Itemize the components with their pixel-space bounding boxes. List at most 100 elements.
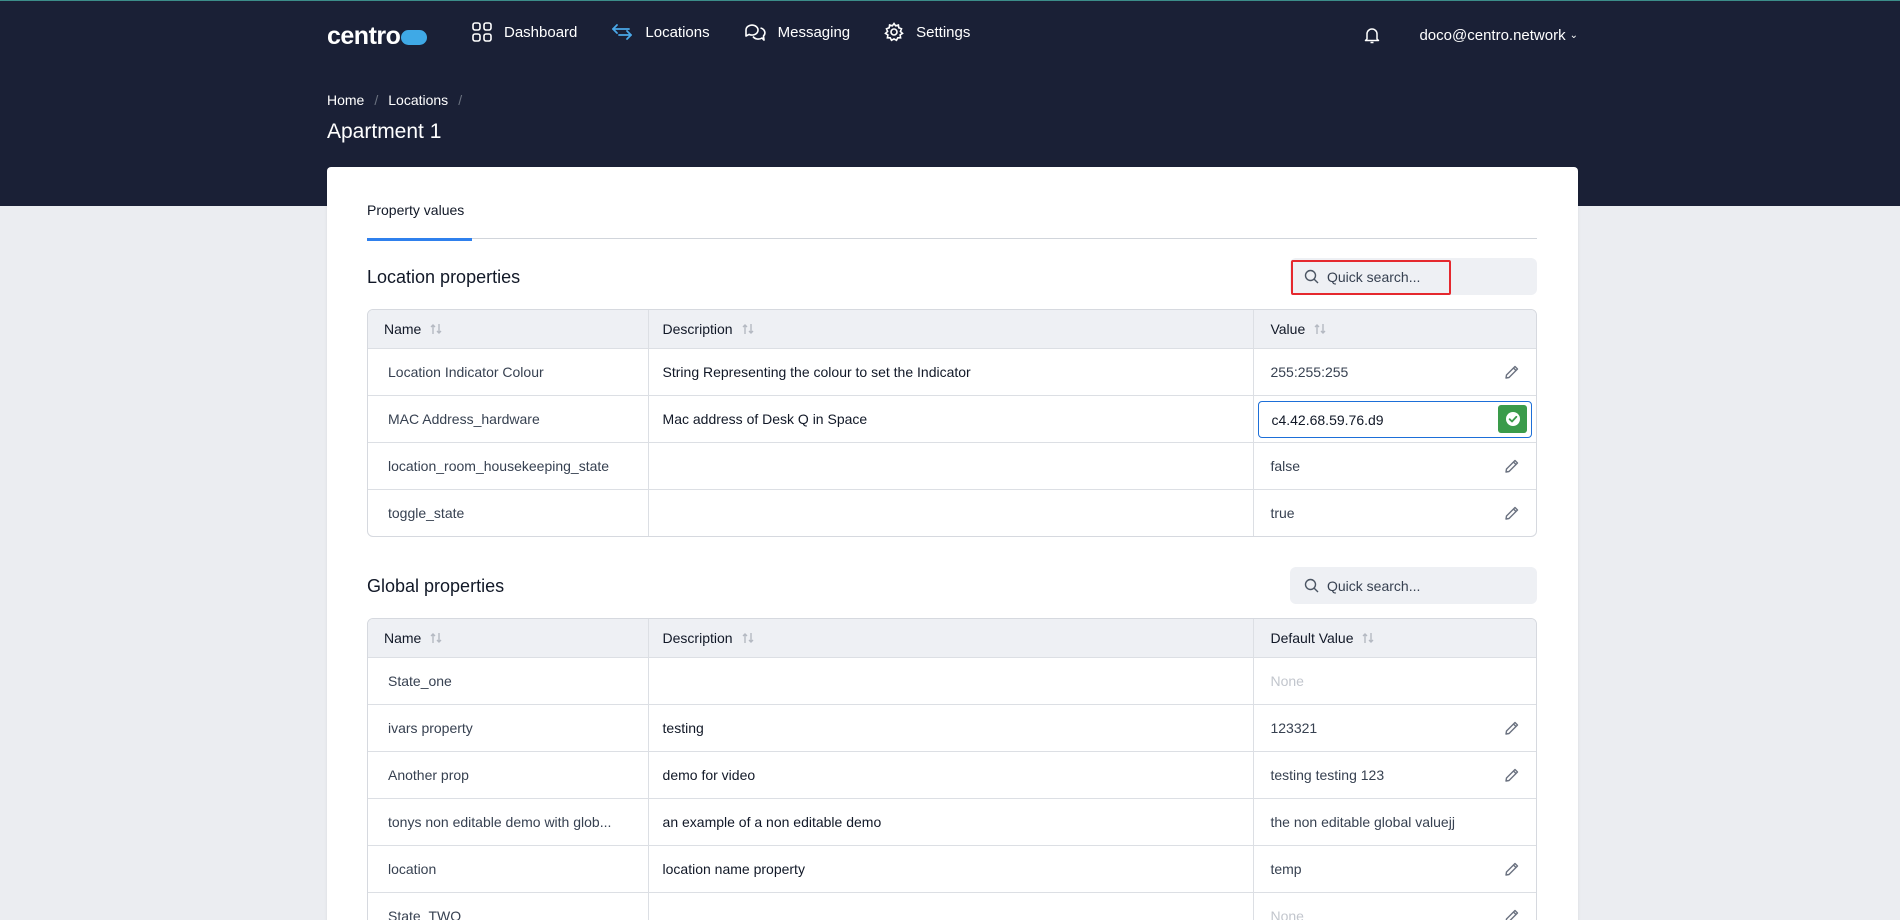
property-name: State_TWO bbox=[368, 893, 649, 920]
property-name: State_one bbox=[368, 658, 649, 704]
column-header-label: Value bbox=[1270, 321, 1306, 337]
pencil-icon[interactable] bbox=[1504, 908, 1520, 920]
table-row[interactable]: Another prop demo for video testing test… bbox=[368, 751, 1536, 798]
property-value: 123321 bbox=[1270, 720, 1318, 736]
property-value-cell: 255:255:255 bbox=[1254, 349, 1536, 395]
property-value: testing testing 123 bbox=[1270, 767, 1385, 783]
pencil-icon[interactable] bbox=[1504, 458, 1520, 477]
property-value-cell: testing testing 123 bbox=[1254, 752, 1536, 798]
search-icon bbox=[1304, 578, 1319, 593]
property-name: Another prop bbox=[368, 752, 649, 798]
pencil-icon[interactable] bbox=[1504, 364, 1520, 383]
centro-logo[interactable]: centro bbox=[327, 20, 428, 52]
table-row[interactable]: toggle_state true bbox=[368, 489, 1536, 536]
property-value: false bbox=[1270, 458, 1301, 474]
column-header-label: Description bbox=[662, 321, 733, 337]
pencil-icon[interactable] bbox=[1504, 720, 1520, 739]
confirm-button[interactable] bbox=[1498, 405, 1528, 433]
property-name: MAC Address_hardware bbox=[368, 396, 649, 442]
property-value-cell: the non editable global valuejj bbox=[1254, 799, 1536, 845]
column-header-value[interactable]: Value bbox=[1254, 310, 1536, 348]
column-header-label: Default Value bbox=[1270, 630, 1354, 646]
chat-icon bbox=[744, 24, 766, 41]
property-name: toggle_state bbox=[368, 490, 649, 536]
notifications-button[interactable] bbox=[1363, 26, 1381, 49]
global-search-input[interactable]: Quick search... bbox=[1290, 567, 1537, 604]
property-name: tonys non editable demo with glob... bbox=[368, 799, 649, 845]
nav-settings[interactable]: Settings bbox=[884, 22, 970, 42]
table-row[interactable]: location_room_housekeeping_state false bbox=[368, 442, 1536, 489]
gear-icon bbox=[884, 22, 904, 42]
column-header-default-value[interactable]: Default Value bbox=[1254, 619, 1536, 657]
table-header-row: Name Description Value bbox=[368, 310, 1536, 348]
nav-settings-label: Settings bbox=[916, 23, 971, 41]
table-row[interactable]: MAC Address_hardware Mac address of Desk… bbox=[368, 395, 1536, 442]
tab-property-values[interactable]: Property values bbox=[367, 202, 473, 241]
property-name: location bbox=[368, 846, 649, 892]
sort-icon bbox=[741, 322, 755, 336]
property-value-cell: true bbox=[1254, 490, 1536, 536]
breadcrumb-locations[interactable]: Locations bbox=[388, 92, 448, 108]
chevron-down-icon: ⌄ bbox=[1569, 30, 1578, 41]
property-description bbox=[649, 490, 1255, 536]
breadcrumb-separator: / bbox=[458, 92, 463, 108]
property-name: Location Indicator Colour bbox=[368, 349, 649, 395]
property-value-cell: false bbox=[1254, 443, 1536, 489]
user-menu[interactable]: doco@centro.network ⌄ bbox=[1419, 27, 1578, 44]
property-value: temp bbox=[1270, 861, 1302, 877]
nav-locations[interactable]: Locations bbox=[611, 23, 710, 41]
nav-messaging-label: Messaging bbox=[777, 23, 851, 41]
nav-locations-label: Locations bbox=[645, 23, 710, 41]
property-value-cell: 123321 bbox=[1254, 705, 1536, 751]
breadcrumb-separator: / bbox=[374, 92, 379, 108]
location-properties-title: Location properties bbox=[367, 267, 521, 287]
column-header-description[interactable]: Description bbox=[649, 310, 1255, 348]
table-row[interactable]: Location Indicator Colour String Represe… bbox=[368, 348, 1536, 395]
property-description: an example of a non editable demo bbox=[649, 799, 1255, 845]
grid-icon bbox=[472, 22, 492, 42]
column-header-description[interactable]: Description bbox=[649, 619, 1255, 657]
property-value: None bbox=[1270, 673, 1304, 689]
table-row[interactable]: location location name property temp bbox=[368, 845, 1536, 892]
table-row[interactable]: ivars property testing 123321 bbox=[368, 704, 1536, 751]
breadcrumb-home[interactable]: Home bbox=[327, 92, 364, 108]
logo-text: centro bbox=[327, 21, 401, 50]
sort-icon bbox=[741, 631, 755, 645]
sort-icon bbox=[1313, 322, 1327, 336]
highlight-box bbox=[1291, 260, 1451, 295]
table-row[interactable]: tonys non editable demo with glob... an … bbox=[368, 798, 1536, 845]
pencil-icon[interactable] bbox=[1504, 861, 1520, 880]
value-edit-input[interactable]: c4.42.68.59.76.d9 bbox=[1258, 401, 1533, 438]
top-navbar: centro Dashboard Locations Messaging Set… bbox=[327, 0, 1578, 72]
pencil-icon[interactable] bbox=[1504, 767, 1520, 786]
nav-dashboard-label: Dashboard bbox=[504, 23, 578, 41]
column-header-name[interactable]: Name bbox=[368, 619, 649, 657]
pencil-icon[interactable] bbox=[1504, 505, 1520, 524]
location-properties-table: Name Description Value Location Indicato… bbox=[367, 309, 1537, 537]
table-row[interactable]: State_TWO None bbox=[368, 892, 1536, 920]
property-name: ivars property bbox=[368, 705, 649, 751]
property-description bbox=[649, 893, 1255, 920]
property-description: testing bbox=[649, 705, 1255, 751]
column-header-name[interactable]: Name bbox=[368, 310, 649, 348]
property-value: None bbox=[1270, 908, 1304, 920]
user-email: doco@centro.network bbox=[1419, 27, 1566, 44]
column-header-label: Description bbox=[662, 630, 733, 646]
property-value: the non editable global valuejj bbox=[1270, 814, 1455, 830]
breadcrumb: Home / Locations / bbox=[327, 92, 472, 108]
nav-dashboard[interactable]: Dashboard bbox=[472, 22, 577, 42]
table-row[interactable]: State_one None bbox=[368, 657, 1536, 704]
global-properties-table: Name Description Default Value State_one… bbox=[367, 618, 1537, 920]
property-name: location_room_housekeeping_state bbox=[368, 443, 649, 489]
property-value-cell: c4.42.68.59.76.d9 bbox=[1254, 396, 1536, 442]
nav-messaging[interactable]: Messaging bbox=[744, 22, 851, 42]
global-properties-title: Global properties bbox=[367, 576, 505, 596]
tab-bar: Property values bbox=[367, 202, 1537, 241]
table-header-row: Name Description Default Value bbox=[368, 619, 1536, 657]
property-description bbox=[649, 443, 1255, 489]
content-card: Property values Location properties Quic… bbox=[327, 167, 1578, 920]
property-value-cell: None bbox=[1254, 658, 1536, 704]
property-description: demo for video bbox=[649, 752, 1255, 798]
column-header-label: Name bbox=[384, 630, 422, 646]
bell-icon bbox=[1364, 28, 1380, 44]
